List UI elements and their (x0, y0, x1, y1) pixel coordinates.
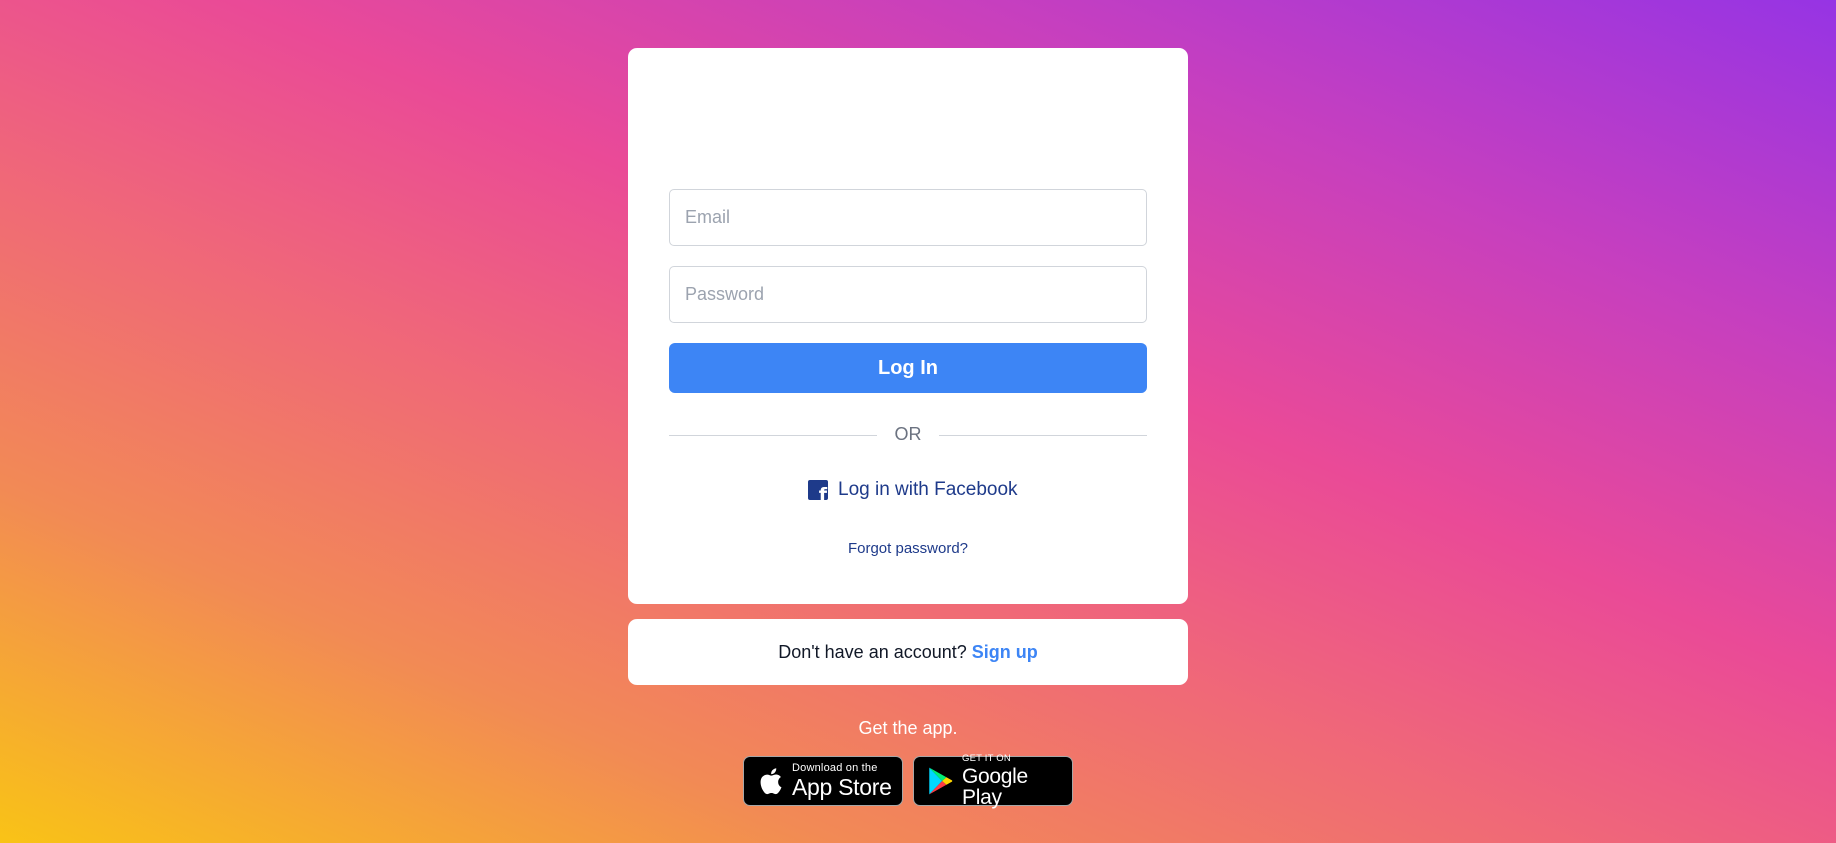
signup-card: Don't have an account? Sign up (628, 619, 1188, 685)
app-store-big-text: App Store (792, 774, 892, 800)
logo-area (628, 48, 1188, 188)
google-play-small-text: GET IT ON (962, 753, 1011, 765)
login-card: Log In OR f Log in with Facebook Forgot … (628, 48, 1188, 604)
divider-line-right (939, 435, 1147, 436)
facebook-login-label: Log in with Facebook (838, 479, 1018, 500)
app-store-small-text: Download on the (792, 762, 878, 774)
app-store-badge-text: Download on the App Store (792, 763, 892, 799)
email-input[interactable] (669, 189, 1147, 246)
or-divider-text: OR (894, 424, 922, 444)
apple-icon (760, 768, 782, 795)
facebook-icon: f (808, 480, 828, 500)
signup-link[interactable]: Sign up (972, 642, 1038, 663)
google-play-badge[interactable]: GET IT ON Google Play (913, 754, 1073, 808)
google-play-big-text: Google Play (962, 764, 1028, 809)
login-button[interactable]: Log In (669, 343, 1147, 393)
forgot-password-link[interactable]: Forgot password? (628, 540, 1188, 557)
google-play-icon (929, 767, 953, 795)
facebook-login-link[interactable]: f Log in with Facebook (808, 478, 1018, 502)
divider-line-left (669, 435, 877, 436)
get-app-text: Get the app. (858, 718, 958, 738)
signup-prompt: Don't have an account? (778, 641, 967, 662)
app-store-badge[interactable]: Download on the App Store (743, 756, 903, 806)
google-play-badge-text: GET IT ON Google Play (962, 754, 1072, 808)
password-input[interactable] (669, 266, 1147, 323)
